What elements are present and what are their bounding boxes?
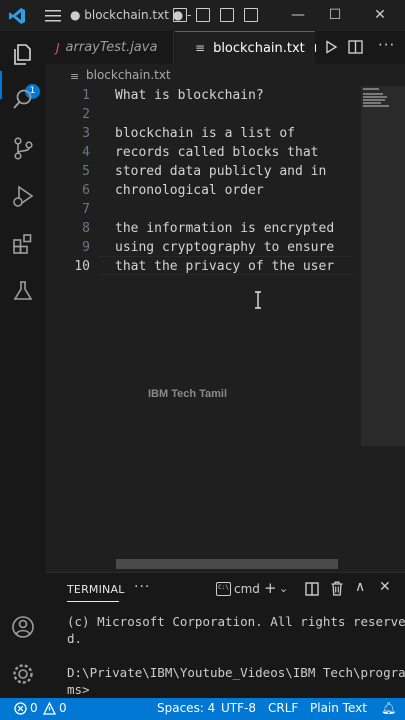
minimap-line <box>363 105 389 107</box>
account-icon[interactable] <box>10 614 36 640</box>
text-editor[interactable]: 1 2 3 4 5 6 7 8 9 10 What is blockchain?… <box>46 86 405 572</box>
line-number: 2 <box>82 107 90 122</box>
encoding-setting[interactable]: UTF-8 <box>221 701 256 715</box>
watermark: IBM Tech Tamil <box>148 388 228 400</box>
line-number: 7 <box>82 202 90 217</box>
minimap-line <box>363 88 379 90</box>
code-line[interactable]: stored data publicly and in <box>115 162 326 181</box>
more-actions-icon[interactable]: ··· <box>378 36 395 54</box>
terminal-output-line: d. <box>67 631 83 646</box>
terminal-name[interactable]: cmd <box>234 582 260 596</box>
toggle-panel-layout-icon[interactable] <box>196 8 210 22</box>
line-number: 8 <box>82 221 90 236</box>
code-line[interactable]: records called blocks that <box>115 143 319 162</box>
language-mode[interactable]: Plain Text <box>310 701 367 715</box>
code-line[interactable]: What is blockchain? <box>115 86 264 105</box>
horizontal-scrollbar[interactable] <box>116 559 338 569</box>
trash-icon[interactable] <box>330 581 344 596</box>
toggle-sidebar-layout-icon[interactable] <box>173 8 187 22</box>
new-terminal-icon[interactable]: + <box>264 579 277 597</box>
code-line[interactable]: that the privacy of the user <box>115 257 334 276</box>
line-number: 1 <box>82 88 90 103</box>
terminal-icon: C:\ <box>216 582 231 596</box>
chevron-down-icon[interactable]: ⌄ <box>279 582 288 595</box>
warning-count[interactable]: 0 <box>59 701 67 715</box>
testing-icon[interactable] <box>10 278 36 304</box>
toggle-secondary-sidebar-layout-icon[interactable] <box>220 8 234 22</box>
code-line[interactable]: using cryptography to ensure <box>115 238 334 257</box>
line-number: 4 <box>82 145 90 160</box>
explorer-icon[interactable] <box>10 41 36 67</box>
eol-setting[interactable]: CRLF <box>268 701 298 715</box>
editor-tabs: J arrayTest.java ≡ blockchain.txt ··· <box>46 31 405 64</box>
indentation-setting[interactable]: Spaces: 4 <box>157 701 215 715</box>
minimap-line <box>363 102 381 104</box>
close-panel-icon[interactable]: ✕ <box>379 579 391 595</box>
close-window-button[interactable]: ✕ <box>369 5 391 25</box>
minimap-viewport[interactable] <box>361 86 405 446</box>
search-icon[interactable] <box>10 87 36 113</box>
tab-blockchain-txt[interactable]: ≡ blockchain.txt <box>175 31 315 64</box>
tab-label: blockchain.txt <box>213 40 305 56</box>
line-number-active: 10 <box>74 259 90 274</box>
title-bar: ● blockchain.txt ● - — ☐ ✕ <box>0 0 405 31</box>
minimap-line <box>363 99 385 101</box>
manage-gear-icon[interactable] <box>10 661 36 687</box>
active-indicator <box>0 71 2 99</box>
customize-layout-icon[interactable] <box>244 8 258 22</box>
minimap[interactable] <box>361 86 405 572</box>
run-debug-icon[interactable] <box>10 183 36 209</box>
code-line[interactable]: the information is encrypted <box>115 219 334 238</box>
menu-icon[interactable] <box>44 8 62 23</box>
line-number: 5 <box>82 164 90 179</box>
error-icon[interactable] <box>14 702 27 715</box>
line-number: 6 <box>82 183 90 198</box>
vscode-logo-icon <box>9 8 25 24</box>
activity-bar: 1 <box>0 31 46 698</box>
minimize-button[interactable]: — <box>287 5 309 25</box>
text-file-icon: ≡ <box>70 70 80 83</box>
terminal-panel: TERMINAL ··· C:\ cmd + ⌄ ∧ ✕ (c) Microso… <box>46 572 405 698</box>
chevron-up-icon[interactable]: ∧ <box>355 579 365 595</box>
java-file-icon: J <box>56 40 60 55</box>
code-line[interactable]: blockchain is a list of <box>115 124 295 143</box>
notifications-bell-icon[interactable]: 🔔︎ <box>381 701 396 715</box>
source-control-icon[interactable] <box>10 135 36 161</box>
panel-more-icon[interactable]: ··· <box>134 579 150 595</box>
tab-arraytest-java[interactable]: J arrayTest.java <box>46 31 174 64</box>
tab-label: arrayTest.java <box>65 40 158 55</box>
error-count[interactable]: 0 <box>30 701 38 715</box>
text-cursor-ibeam-icon <box>255 291 261 309</box>
terminal-output-line: D:\Private\IBM\Youtube_Videos\IBM Tech\p… <box>67 665 405 680</box>
maximize-button[interactable]: ☐ <box>324 5 346 25</box>
active-tab-underline <box>67 601 119 602</box>
run-file-icon[interactable] <box>324 40 338 54</box>
split-terminal-icon[interactable] <box>305 582 319 596</box>
warning-icon[interactable] <box>43 702 56 715</box>
code-line[interactable]: chronological order <box>115 181 264 200</box>
status-bar: 0 0 Spaces: 4 UTF-8 CRLF Plain Text 🔔︎ <box>0 698 405 720</box>
minimap-line <box>363 96 387 98</box>
breadcrumb-file[interactable]: blockchain.txt <box>86 68 171 82</box>
tab-terminal[interactable]: TERMINAL <box>67 583 125 596</box>
terminal-prompt[interactable]: ms> <box>67 681 90 698</box>
line-number: 3 <box>82 126 90 141</box>
minimap-line <box>363 93 383 95</box>
terminal-output-line: (c) Microsoft Corporation. All rights re… <box>67 614 405 629</box>
line-number: 9 <box>82 240 90 255</box>
text-file-icon: ≡ <box>195 41 206 55</box>
line-number-gutter: 1 2 3 4 5 6 7 8 9 10 <box>46 86 98 572</box>
split-editor-icon[interactable] <box>348 40 363 54</box>
extensions-icon[interactable] <box>10 231 36 257</box>
breadcrumb: ≡ blockchain.txt <box>46 64 405 86</box>
